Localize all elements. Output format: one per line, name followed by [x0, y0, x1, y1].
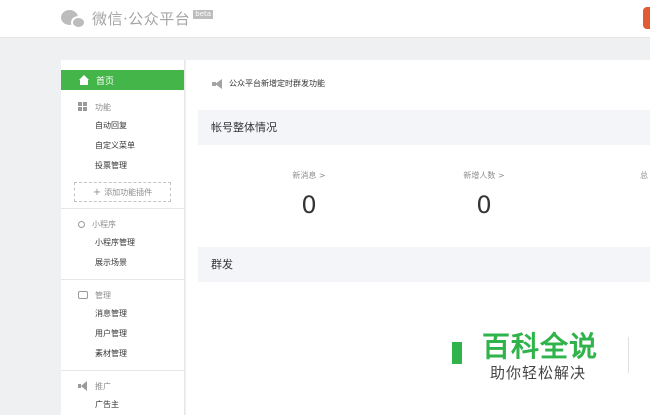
stat-total-label[interactable]: 总 — [640, 170, 648, 181]
section-title: 推广 — [95, 381, 111, 391]
sidebar-item-message-manage[interactable]: 消息管理 — [61, 304, 184, 324]
sidebar-item-vote-manage[interactable]: 投票管理 — [61, 156, 184, 176]
sidebar-item-custom-menu[interactable]: 自定义菜单 — [61, 136, 184, 156]
account-overview-title: 帐号整体情况 — [198, 110, 650, 145]
inbox-icon — [78, 291, 88, 299]
stat-new-followers: 新增人数 > 0 — [444, 170, 524, 219]
sidebar-item-label: 首页 — [96, 76, 115, 87]
sidebar: 首页 功能 自动回复 自定义菜单 投票管理 + 添加功能插件 小程序 小程序管理… — [61, 60, 185, 415]
stat-value: 0 — [476, 191, 492, 219]
divider — [61, 208, 184, 209]
section-title: 管理 — [95, 290, 111, 300]
sidebar-item-auto-reply[interactable]: 自动回复 — [61, 116, 184, 136]
sidebar-item-advertiser[interactable]: 广告主 — [61, 395, 184, 415]
stat-new-messages: 新消息 > 0 — [269, 170, 349, 219]
speaker-icon — [212, 78, 224, 89]
watermark-title: 百科全说 — [482, 330, 599, 363]
top-bar: 微信·公众平台 beta — [0, 0, 650, 38]
notice-text: 公众平台新增定时群发功能 — [229, 79, 325, 88]
divider — [61, 279, 184, 280]
add-plugin-button[interactable]: + 添加功能插件 — [74, 182, 171, 202]
section-title: 功能 — [95, 102, 111, 112]
sidebar-section-manage: 管理 — [61, 286, 184, 304]
sidebar-section-promotion: 推广 — [61, 377, 184, 395]
add-plugin-label: 添加功能插件 — [104, 187, 153, 197]
wechat-logo-icon — [61, 9, 87, 29]
notice-bar[interactable]: 公众平台新增定时群发功能 — [212, 78, 325, 89]
watermark: 百科全说 助你轻松解决 — [450, 323, 650, 383]
divider — [61, 370, 184, 371]
sidebar-item-miniprogram-manage[interactable]: 小程序管理 — [61, 233, 184, 253]
home-icon — [79, 75, 89, 85]
sidebar-item-display-scene[interactable]: 展示场景 — [61, 253, 184, 273]
grid-icon — [78, 102, 88, 112]
mass-send-title: 群发 — [198, 247, 650, 282]
sidebar-item-home[interactable]: 首页 — [61, 70, 184, 90]
watermark-bar — [452, 342, 462, 364]
sidebar-item-material-manage[interactable]: 素材管理 — [61, 344, 184, 364]
user-avatar[interactable] — [643, 7, 650, 29]
watermark-subtitle: 助你轻松解决 — [490, 364, 587, 382]
wechat-mp-logo[interactable]: 微信·公众平台 beta — [61, 8, 214, 29]
sidebar-item-user-manage[interactable]: 用户管理 — [61, 324, 184, 344]
sidebar-section-miniprogram: 小程序 — [61, 215, 184, 233]
section-title: 小程序 — [92, 219, 116, 229]
link-icon — [78, 220, 85, 228]
watermark-divider — [628, 337, 629, 373]
megaphone-icon — [78, 381, 88, 391]
stat-value: 0 — [301, 191, 317, 219]
sidebar-section-features: 功能 — [61, 98, 184, 116]
plus-icon: + — [92, 186, 102, 198]
beta-badge: beta — [193, 9, 214, 19]
stat-label[interactable]: 新消息 > — [269, 170, 349, 181]
logo-text: 微信·公众平台 — [92, 10, 191, 28]
stat-label[interactable]: 新增人数 > — [444, 170, 524, 181]
